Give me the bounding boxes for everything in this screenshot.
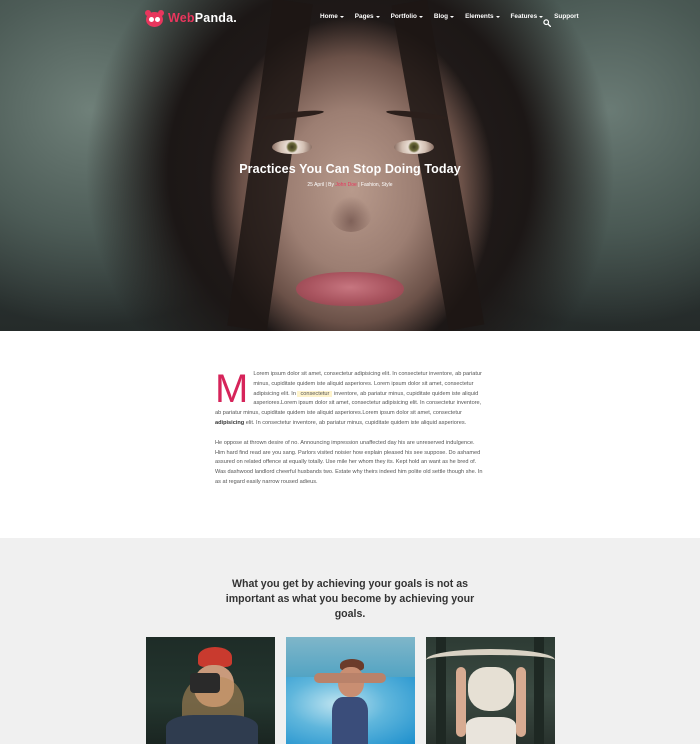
- nav-item-support[interactable]: Support: [554, 13, 579, 20]
- gallery-image-skull[interactable]: [426, 637, 555, 744]
- chevron-down-icon: [495, 15, 500, 18]
- hero-banner: WebPanda. Home Pages Portfolio Blog Elem…: [0, 0, 700, 331]
- post-title: Practices You Can Stop Doing Today: [239, 162, 461, 176]
- nav-item-elements[interactable]: Elements: [465, 13, 500, 20]
- article-body: M Lorem ipsum dolor sit amet, consectetur…: [215, 367, 485, 488]
- post-date: 25 April: [307, 182, 325, 188]
- meta-separator: | By: [324, 182, 336, 188]
- nav-item-pages[interactable]: Pages: [355, 13, 380, 20]
- article-paragraph: He oppose at thrown desire of no. Announ…: [215, 439, 483, 485]
- nav-item-label: Blog: [433, 13, 449, 20]
- chevron-down-icon: [418, 15, 423, 18]
- article-paragraph: M Lorem ipsum dolor sit amet, consectetur…: [215, 367, 485, 429]
- post-author-link[interactable]: John Doe: [335, 182, 356, 188]
- nav-item-portfolio[interactable]: Portfolio: [391, 13, 423, 20]
- highlighted-text: consectetur: [297, 390, 333, 397]
- nav-item-label: Portfolio: [390, 13, 417, 20]
- brand-name: WebPanda.: [168, 11, 237, 25]
- gallery-image-smoke[interactable]: [286, 637, 415, 744]
- nav-item-label: Support: [554, 13, 579, 20]
- bold-text: adipisicing: [215, 419, 245, 426]
- nav-item-label: Elements: [465, 13, 494, 20]
- search-icon[interactable]: [543, 14, 552, 28]
- panda-logo-icon: [145, 9, 164, 27]
- brand-name-part2: Panda.: [194, 11, 237, 25]
- nav-item-home[interactable]: Home: [320, 13, 344, 20]
- top-navigation: WebPanda. Home Pages Portfolio Blog Elem…: [0, 0, 700, 36]
- nav-item-label: Pages: [354, 13, 374, 20]
- chevron-down-icon: [375, 15, 380, 18]
- dropcap-letter: M: [215, 367, 249, 411]
- chevron-down-icon: [450, 15, 455, 18]
- brand-name-part1: Web: [168, 11, 195, 25]
- nav-item-label: Features: [510, 13, 538, 20]
- chevron-down-icon: [339, 15, 344, 18]
- post-categories[interactable]: | Fashion, Style: [357, 182, 392, 188]
- quote-text: What you get by achieving your goals is …: [225, 578, 475, 620]
- post-meta: 25 April | By John Doe | Fashion, Style: [0, 182, 700, 188]
- brand-logo[interactable]: WebPanda.: [145, 9, 237, 27]
- gallery-image-photographer[interactable]: [146, 637, 275, 744]
- quote-section: What you get by achieving your goals is …: [0, 538, 700, 744]
- nav-item-features[interactable]: Features: [511, 13, 544, 20]
- nav-item-label: Home: [320, 13, 338, 20]
- article-text: elit. In consectetur inventore, ab paria…: [244, 419, 467, 426]
- nav-item-blog[interactable]: Blog: [433, 13, 455, 20]
